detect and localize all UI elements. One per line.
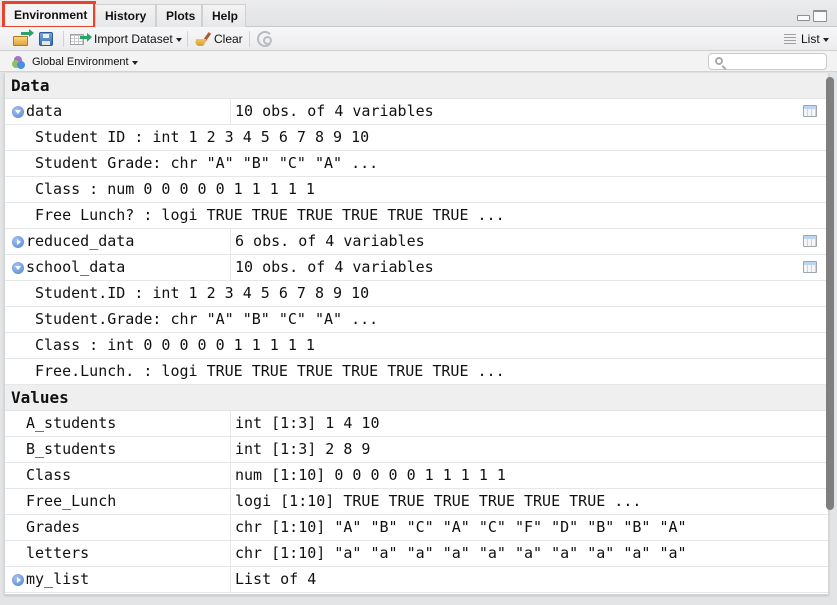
save-icon bbox=[39, 32, 53, 46]
chevron-down-icon bbox=[822, 38, 829, 42]
object-name: my_list bbox=[26, 567, 231, 592]
collapse-icon[interactable] bbox=[12, 106, 24, 118]
object-row-letters[interactable]: letters chr [1:10] "a" "a" "a" "a" "a" "… bbox=[5, 541, 828, 567]
tab-help[interactable]: Help bbox=[202, 4, 246, 27]
environment-label: Global Environment bbox=[32, 56, 129, 68]
object-name: B_students bbox=[26, 437, 231, 462]
object-child-row: Student.ID : int 1 2 3 4 5 6 7 8 9 10 bbox=[5, 281, 828, 307]
import-dataset-label: Import Dataset bbox=[94, 32, 173, 46]
object-child-row: Student.Grade: chr "A" "B" "C" "A" ... bbox=[5, 307, 828, 333]
tab-plots[interactable]: Plots bbox=[156, 4, 202, 27]
toolbar-divider bbox=[63, 31, 64, 47]
object-value: 10 obs. of 4 variables bbox=[235, 102, 434, 120]
minimize-icon[interactable] bbox=[797, 15, 810, 21]
column-summary: Class : num 0 0 0 0 0 1 1 1 1 1 bbox=[35, 180, 315, 198]
clear-label: Clear bbox=[214, 32, 243, 46]
object-value: int [1:3] 2 8 9 bbox=[235, 440, 371, 458]
load-workspace-button[interactable] bbox=[12, 29, 34, 49]
pane-tab-bar: Environment History Plots Help bbox=[0, 0, 837, 29]
object-value: chr [1:10] "A" "B" "C" "A" "C" "F" "D" "… bbox=[235, 518, 687, 536]
maximize-icon[interactable] bbox=[813, 10, 827, 22]
refresh-button[interactable] bbox=[257, 29, 273, 49]
column-summary: Free.Lunch. : logi TRUE TRUE TRUE TRUE T… bbox=[35, 362, 505, 380]
import-table-icon bbox=[70, 32, 92, 46]
column-summary: Student ID : int 1 2 3 4 5 6 7 8 9 10 bbox=[35, 128, 370, 146]
object-row-a-students[interactable]: A_students int [1:3] 1 4 10 bbox=[5, 411, 828, 437]
expand-icon[interactable] bbox=[12, 574, 24, 586]
object-name: school_data bbox=[26, 255, 231, 280]
clear-workspace-button[interactable]: Clear bbox=[193, 29, 243, 49]
object-value: 6 obs. of 4 variables bbox=[235, 232, 425, 250]
object-value: chr [1:10] "a" "a" "a" "a" "a" "a" "a" "… bbox=[235, 544, 687, 562]
object-value: 10 obs. of 4 variables bbox=[235, 258, 434, 276]
object-row-free-lunch[interactable]: Free_Lunch logi [1:10] TRUE TRUE TRUE TR… bbox=[5, 489, 828, 515]
view-data-icon[interactable] bbox=[803, 261, 817, 273]
save-workspace-button[interactable] bbox=[39, 29, 53, 49]
column-summary: Student.ID : int 1 2 3 4 5 6 7 8 9 10 bbox=[35, 284, 370, 302]
object-child-row: Student ID : int 1 2 3 4 5 6 7 8 9 10 bbox=[5, 125, 828, 151]
object-value: num [1:10] 0 0 0 0 0 1 1 1 1 1 bbox=[235, 466, 506, 484]
object-name: Grades bbox=[26, 515, 231, 540]
object-value: int [1:3] 1 4 10 bbox=[235, 414, 380, 432]
section-header-values: Values bbox=[5, 385, 828, 411]
refresh-icon bbox=[257, 31, 273, 47]
object-child-row: Free Lunch? : logi TRUE TRUE TRUE TRUE T… bbox=[5, 203, 828, 229]
section-header-data: Data bbox=[5, 73, 828, 99]
collapse-icon[interactable] bbox=[12, 262, 24, 274]
chevron-down-icon bbox=[131, 61, 138, 65]
column-summary: Student Grade: chr "A" "B" "C" "A" ... bbox=[35, 154, 379, 172]
view-data-icon[interactable] bbox=[803, 105, 817, 117]
object-name: reduced_data bbox=[26, 229, 231, 254]
column-summary: Free Lunch? : logi TRUE TRUE TRUE TRUE T… bbox=[35, 206, 505, 224]
open-folder-icon bbox=[12, 29, 34, 47]
expand-icon[interactable] bbox=[12, 236, 24, 248]
object-value: List of 4 bbox=[235, 570, 317, 588]
environment-toolbar: Import Dataset Clear List bbox=[0, 27, 837, 51]
object-name: data bbox=[26, 99, 231, 124]
search-icon bbox=[715, 57, 723, 65]
tab-history[interactable]: History bbox=[95, 4, 156, 27]
object-child-row: Class : num 0 0 0 0 0 1 1 1 1 1 bbox=[5, 177, 828, 203]
broom-icon bbox=[193, 31, 212, 47]
object-row-reduced-data[interactable]: reduced_data 6 obs. of 4 variables bbox=[5, 229, 828, 255]
environment-object-list: Data data 10 obs. of 4 variables Student… bbox=[4, 73, 829, 595]
import-dataset-button[interactable]: Import Dataset bbox=[70, 29, 182, 49]
toolbar-divider bbox=[187, 31, 188, 47]
column-summary: Class : int 0 0 0 0 0 1 1 1 1 1 bbox=[35, 336, 315, 354]
search-field[interactable] bbox=[708, 53, 827, 70]
object-row-class[interactable]: Class num [1:10] 0 0 0 0 0 1 1 1 1 1 bbox=[5, 463, 828, 489]
view-data-icon[interactable] bbox=[803, 235, 817, 247]
toolbar-divider bbox=[249, 31, 250, 47]
chevron-down-icon bbox=[175, 38, 182, 42]
object-name: Class bbox=[26, 463, 231, 488]
object-row-my-list[interactable]: my_list List of 4 bbox=[5, 567, 828, 593]
scrollbar-thumb[interactable] bbox=[826, 77, 834, 510]
view-mode-dropdown[interactable]: List bbox=[784, 29, 829, 49]
object-child-row: Free.Lunch. : logi TRUE TRUE TRUE TRUE T… bbox=[5, 359, 828, 385]
object-child-row: Student Grade: chr "A" "B" "C" "A" ... bbox=[5, 151, 828, 177]
object-row-b-students[interactable]: B_students int [1:3] 2 8 9 bbox=[5, 437, 828, 463]
view-mode-label: List bbox=[801, 32, 820, 46]
object-row-school-data[interactable]: school_data 10 obs. of 4 variables bbox=[5, 255, 828, 281]
environment-dropdown[interactable]: Global Environment bbox=[12, 54, 138, 70]
object-value: logi [1:10] TRUE TRUE TRUE TRUE TRUE TRU… bbox=[235, 492, 642, 510]
object-row-data[interactable]: data 10 obs. of 4 variables bbox=[5, 99, 828, 125]
object-row-grades[interactable]: Grades chr [1:10] "A" "B" "C" "A" "C" "F… bbox=[5, 515, 828, 541]
environment-bar: Global Environment bbox=[0, 51, 837, 72]
tab-environment[interactable]: Environment bbox=[2, 1, 96, 29]
object-name: letters bbox=[26, 541, 231, 566]
object-name: Free_Lunch bbox=[26, 489, 231, 514]
search-input[interactable] bbox=[729, 55, 823, 68]
list-icon bbox=[784, 34, 796, 44]
environment-icon bbox=[12, 55, 26, 69]
column-summary: Student.Grade: chr "A" "B" "C" "A" ... bbox=[35, 310, 379, 328]
object-child-row: Class : int 0 0 0 0 0 1 1 1 1 1 bbox=[5, 333, 828, 359]
object-name: A_students bbox=[26, 411, 231, 436]
